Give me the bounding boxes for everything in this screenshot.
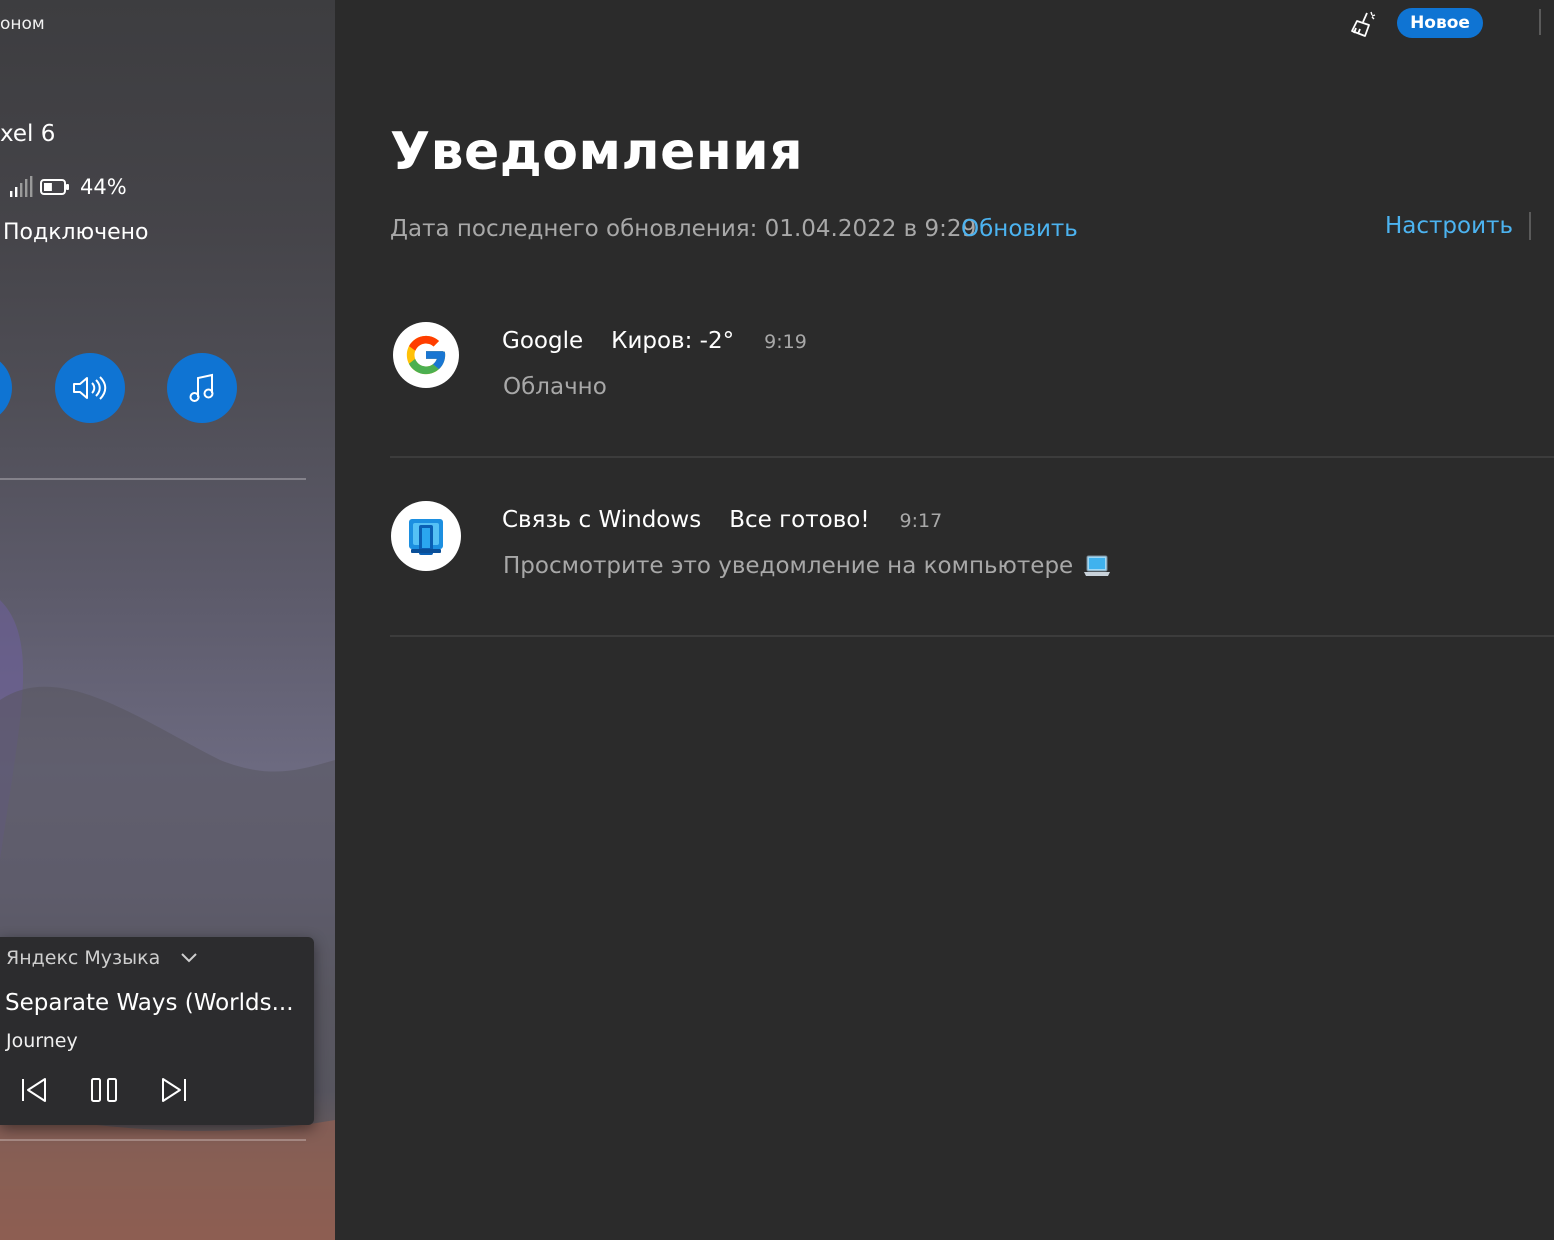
- battery-icon: [40, 177, 70, 197]
- pause-icon: [89, 1076, 119, 1104]
- device-name: xel 6: [0, 121, 56, 147]
- notification-title: Все готово!: [729, 507, 870, 533]
- media-player-card: Яндекс Музыка Separate Ways (Worlds... J…: [0, 937, 314, 1125]
- music-button[interactable]: [167, 353, 237, 423]
- last-updated-text: Дата последнего обновления: 01.04.2022 в…: [390, 216, 977, 242]
- laptop-emoji-icon: [1083, 554, 1111, 578]
- next-icon: [159, 1076, 189, 1104]
- google-icon: [393, 322, 459, 388]
- divider: [0, 1139, 306, 1141]
- next-track-button[interactable]: [156, 1073, 192, 1107]
- notification-divider: [390, 635, 1554, 637]
- notification-app: Google: [502, 328, 584, 354]
- speaker-icon: [71, 373, 109, 403]
- previous-track-button[interactable]: [16, 1073, 52, 1107]
- notification-header: Связь с Windows Все готово! 9:17: [502, 507, 942, 533]
- signal-strength-icon: [8, 176, 34, 198]
- notification-header: Google Киров: -2° 9:19: [502, 328, 807, 354]
- pause-button[interactable]: [86, 1073, 122, 1107]
- chevron-down-icon: [180, 952, 198, 964]
- separator: [1529, 212, 1531, 240]
- notification-divider: [390, 456, 1554, 458]
- media-app-name: Яндекс Музыка: [6, 947, 161, 969]
- notification-body: Облачно: [503, 374, 607, 400]
- phone-panel: оном xel 6 44% Подключено Яндекс Музыка …: [0, 0, 335, 1240]
- notification-time: 9:19: [764, 331, 807, 353]
- track-title: Separate Ways (Worlds...: [5, 990, 294, 1016]
- battery-percent: 44%: [80, 175, 127, 199]
- notification-body-text: Просмотрите это уведомление на компьютер…: [503, 553, 1074, 579]
- clear-all-button[interactable]: [1346, 8, 1380, 40]
- track-artist: Journey: [6, 1030, 78, 1052]
- audio-button[interactable]: [55, 353, 125, 423]
- divider: [0, 478, 306, 480]
- connection-status: Подключено: [3, 220, 149, 245]
- notification-app: Связь с Windows: [502, 507, 702, 533]
- music-note-icon: [187, 372, 217, 404]
- media-app-selector[interactable]: Яндекс Музыка: [6, 947, 198, 969]
- app-window: оном xel 6 44% Подключено Яндекс Музыка …: [0, 0, 1554, 1240]
- broom-icon: [1348, 9, 1378, 39]
- refresh-link[interactable]: Обновить: [961, 216, 1078, 242]
- phone-link-icon: [391, 501, 461, 571]
- section-label: оном: [0, 14, 45, 34]
- notification-body: Просмотрите это уведомление на компьютер…: [503, 553, 1111, 579]
- device-status-row: 44%: [8, 172, 127, 202]
- separator: [1539, 9, 1541, 35]
- notification-time: 9:17: [899, 510, 943, 532]
- customize-link[interactable]: Настроить: [1385, 213, 1513, 239]
- notification-title: Киров: -2°: [611, 328, 735, 354]
- previous-icon: [19, 1076, 49, 1104]
- new-badge-button[interactable]: Новое: [1397, 8, 1483, 38]
- page-title: Уведомления: [390, 122, 804, 182]
